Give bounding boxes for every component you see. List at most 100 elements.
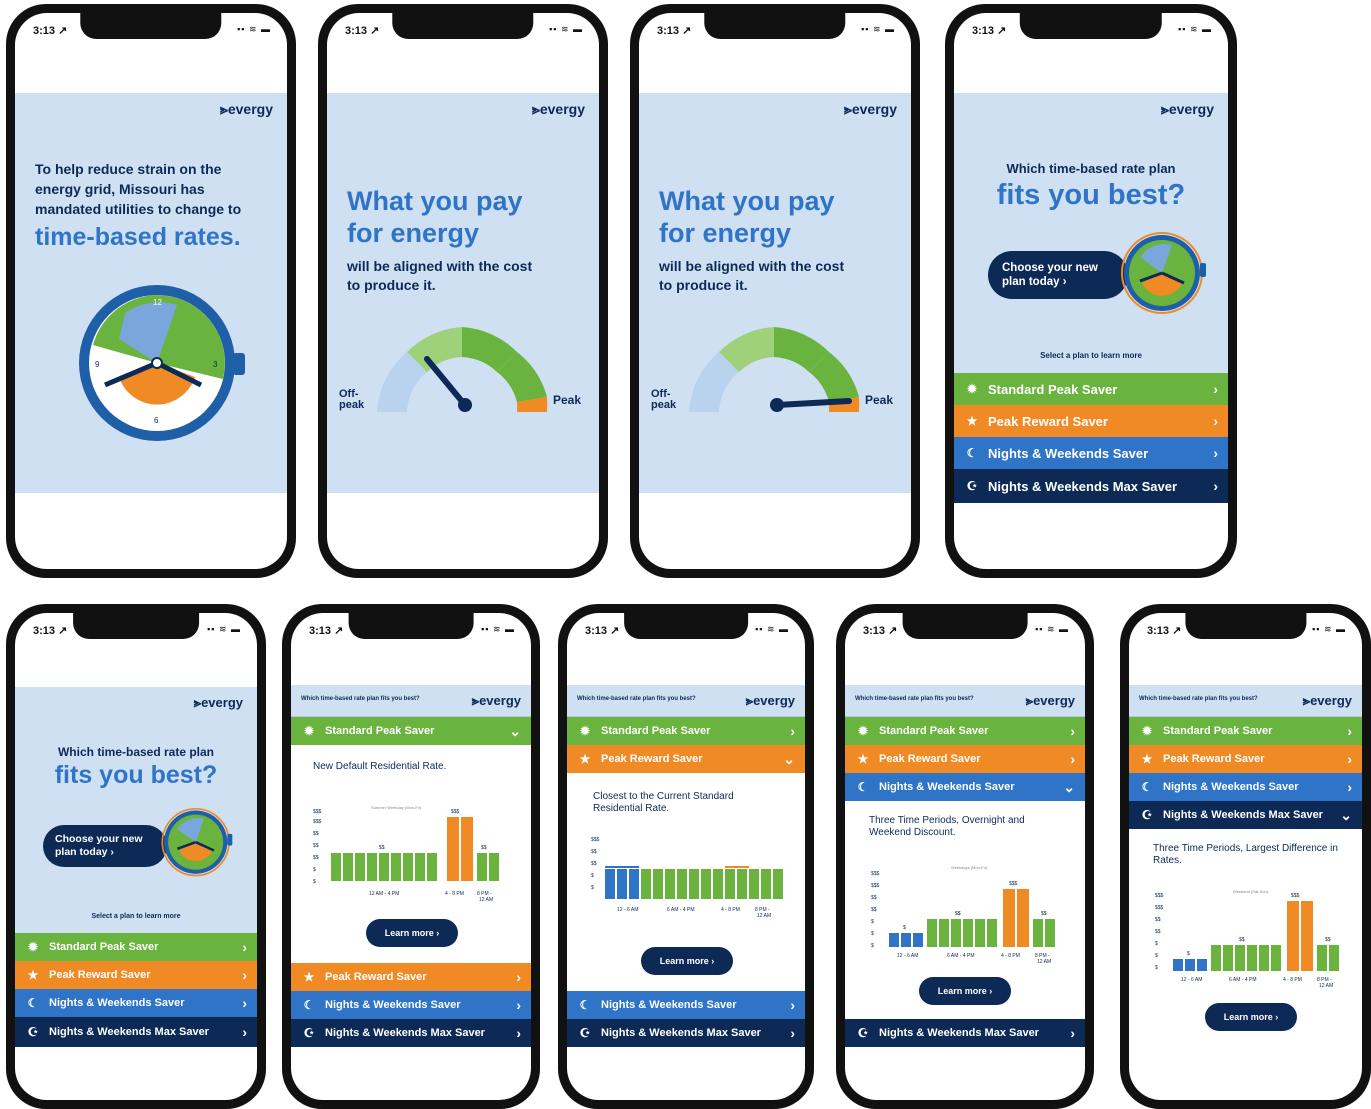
plan-standard-peak-saver[interactable]: ✹ Standard Peak Saver ›: [845, 717, 1085, 745]
plan-nights-weekends-saver[interactable]: ☾ Nights & Weekends Saver ›: [1129, 773, 1362, 801]
svg-text:$: $: [1155, 953, 1158, 959]
evergy-logo: ⪢evergy: [1025, 693, 1075, 708]
svg-text:12 - 6 AM: 12 - 6 AM: [897, 953, 918, 959]
svg-text:4 - 8 PM: 4 - 8 PM: [1283, 977, 1302, 983]
svg-text:$$$: $$$: [871, 883, 880, 889]
learn-more-button[interactable]: Learn more ›: [1205, 1003, 1297, 1031]
chevron-right-icon: ›: [790, 997, 795, 1013]
gauge-icon: [377, 327, 548, 412]
plan-peak-reward-saver[interactable]: ★ Peak Reward Saver ›: [15, 961, 257, 989]
svg-text:$$$: $$$: [1155, 905, 1164, 911]
evergy-logo: ⪢evergy: [193, 695, 243, 710]
screen: 3:13 ↗ ▪▪ ≋ ▬ ⪢evergy What you pay for e…: [639, 13, 911, 569]
screen: 3:13 ↗ ▪▪ ≋ ▬ ⪢evergy Which time-based r…: [954, 13, 1228, 569]
plan-standard-peak-saver[interactable]: ✹ Standard Peak Saver ⌄: [291, 717, 531, 745]
svg-text:Weekend (Sat-Sun): Weekend (Sat-Sun): [1233, 889, 1269, 894]
svg-text:$: $: [591, 873, 594, 879]
plan-nights-weekends-max-saver[interactable]: ☪ Nights & Weekends Max Saver ›: [845, 1019, 1085, 1047]
plan-nights-weekends-saver[interactable]: ☾ Nights & Weekends Saver ⌄: [845, 773, 1085, 801]
star-icon: ★: [579, 752, 591, 766]
chevron-right-icon: ›: [1213, 445, 1218, 461]
plan-peak-reward-saver[interactable]: ★ Peak Reward Saver ›: [1129, 745, 1362, 773]
plan-nights-weekends-max-saver[interactable]: ☪ Nights & Weekends Max Saver ›: [954, 469, 1228, 503]
plan-standard-peak-saver[interactable]: ✹ Standard Peak Saver ›: [15, 933, 257, 961]
chevron-down-icon: ⌄: [509, 722, 521, 739]
header-question: Which time-based rate plan fits you best…: [577, 696, 696, 702]
svg-text:6 AM - 4 PM: 6 AM - 4 PM: [1229, 977, 1257, 983]
plan-peak-reward-saver[interactable]: ★ Peak Reward Saver ›: [954, 405, 1228, 437]
plan-nights-weekends-max-saver[interactable]: ☪ Nights & Weekends Max Saver ›: [567, 1019, 805, 1047]
moon-icon: ☾: [579, 998, 591, 1012]
learn-more-button[interactable]: Learn more ›: [366, 919, 458, 947]
choose-plan-button[interactable]: Choose your new plan today ›: [988, 251, 1128, 299]
plans-header: Which time-based rate plan fits you best…: [1129, 685, 1362, 717]
svg-text:12 AM: 12 AM: [1319, 983, 1333, 987]
plan-nights-weekends-max-saver[interactable]: ☪ Nights & Weekends Max Saver ›: [291, 1019, 531, 1047]
svg-text:$$$: $$$: [1009, 881, 1018, 887]
plan-label: Peak Reward Saver: [325, 971, 427, 983]
status-icons: ▪▪ ≋ ▬: [549, 24, 583, 34]
status-icons: ▪▪ ≋ ▬: [237, 24, 271, 34]
plan-label: Nights & Weekends Saver: [1163, 781, 1299, 793]
plans-header: Which time-based rate plan fits you best…: [567, 685, 805, 717]
plan-question: Which time-based rate plan: [1006, 161, 1176, 176]
select-plan-hint: Select a plan to learn more: [1040, 351, 1142, 360]
phone-7: 3:13 ↗ ▪▪ ≋ ▬ Which time-based rate plan…: [558, 604, 814, 1109]
status-time: 3:13 ↗: [863, 625, 898, 637]
svg-text:$: $: [313, 867, 316, 873]
plan-standard-peak-saver[interactable]: ✹ Standard Peak Saver ›: [1129, 717, 1362, 745]
peak-label: Peak: [553, 393, 582, 407]
svg-text:$: $: [871, 943, 874, 949]
star-icon: ★: [966, 414, 978, 428]
plan-headline: fits you best?: [996, 179, 1186, 211]
choose-plan-button[interactable]: Choose your new plan today ›: [43, 825, 167, 867]
moon-icon: ☾: [966, 446, 978, 460]
screen: 3:13 ↗ ▪▪ ≋ ▬ ⪢evergy To help reduce str…: [15, 13, 287, 569]
moon-star-icon: ☪: [857, 1026, 869, 1040]
plan-nights-weekends-saver[interactable]: ☾ Nights & Weekends Saver ›: [954, 437, 1228, 469]
svg-text:$: $: [591, 885, 594, 891]
chevron-right-icon: ›: [242, 939, 247, 955]
intro-panel: ⪢evergy To help reduce strain on the ene…: [15, 93, 287, 493]
plan-nights-weekends-saver[interactable]: ☾ Nights & Weekends Saver ›: [291, 991, 531, 1019]
chevron-right-icon: ›: [1347, 751, 1352, 767]
svg-text:9: 9: [95, 360, 100, 369]
plan-label: Nights & Weekends Max Saver: [1163, 809, 1323, 821]
sun-icon: ✹: [303, 724, 315, 738]
status-time: 3:13 ↗: [1147, 625, 1182, 637]
plan-label: Nights & Weekends Max Saver: [988, 478, 1178, 494]
status-icons: ▪▪ ≋ ▬: [755, 624, 789, 634]
plan-nights-weekends-max-saver[interactable]: ☪ Nights & Weekends Max Saver ›: [15, 1017, 257, 1047]
plan-nights-weekends-saver[interactable]: ☾ Nights & Weekends Saver ›: [567, 991, 805, 1019]
svg-text:$: $: [1155, 965, 1158, 971]
svg-text:12 AM: 12 AM: [479, 897, 493, 903]
clock-icon: [1121, 232, 1206, 314]
plan-peak-reward-saver[interactable]: ★ Peak Reward Saver ⌄: [567, 745, 805, 773]
plan-standard-peak-saver[interactable]: ✹ Standard Peak Saver ›: [567, 717, 805, 745]
phone-6: 3:13 ↗ ▪▪ ≋ ▬ Which time-based rate plan…: [282, 604, 540, 1109]
learn-more-button[interactable]: Learn more ›: [641, 947, 733, 975]
svg-text:$$: $$: [1239, 937, 1245, 943]
moon-star-icon: ☪: [966, 479, 978, 493]
plan-standard-peak-saver[interactable]: ✹ Standard Peak Saver ›: [954, 373, 1228, 405]
plan-intro-panel: ⪢evergy Which time-based rate plan fits …: [954, 93, 1228, 373]
svg-text:$$$: $$$: [451, 809, 460, 815]
status-icons: ▪▪ ≋ ▬: [207, 624, 241, 634]
clock-icon: [161, 808, 233, 877]
screen: 3:13 ↗ ▪▪ ≋ ▬ Which time-based rate plan…: [291, 613, 531, 1100]
learn-more-button[interactable]: Learn more ›: [919, 977, 1011, 1005]
svg-text:6: 6: [154, 416, 159, 425]
plan-nights-weekends-saver[interactable]: ☾ Nights & Weekends Saver ›: [15, 989, 257, 1017]
svg-text:Summer Weekday (Mon-Fri): Summer Weekday (Mon-Fri): [371, 805, 422, 810]
plan-peak-reward-saver[interactable]: ★ Peak Reward Saver ›: [845, 745, 1085, 773]
peak-label: Peak: [865, 393, 894, 407]
plan-label: Nights & Weekends Max Saver: [49, 1026, 209, 1038]
plan-peak-reward-saver[interactable]: ★ Peak Reward Saver ›: [291, 963, 531, 991]
chevron-right-icon: ›: [790, 723, 795, 739]
sun-icon: ✹: [579, 724, 591, 738]
plan-nights-weekends-max-saver[interactable]: ☪ Nights & Weekends Max Saver ⌄: [1129, 801, 1362, 829]
svg-text:$$: $$: [871, 907, 877, 913]
rate-chart: $$$$$$$$$$$$$ 12 - 6 AM 6 AM - 4 PM 4 - 8 …: [1155, 889, 1339, 987]
svg-text:$$: $$: [591, 849, 597, 855]
svg-text:$$: $$: [1041, 911, 1047, 917]
